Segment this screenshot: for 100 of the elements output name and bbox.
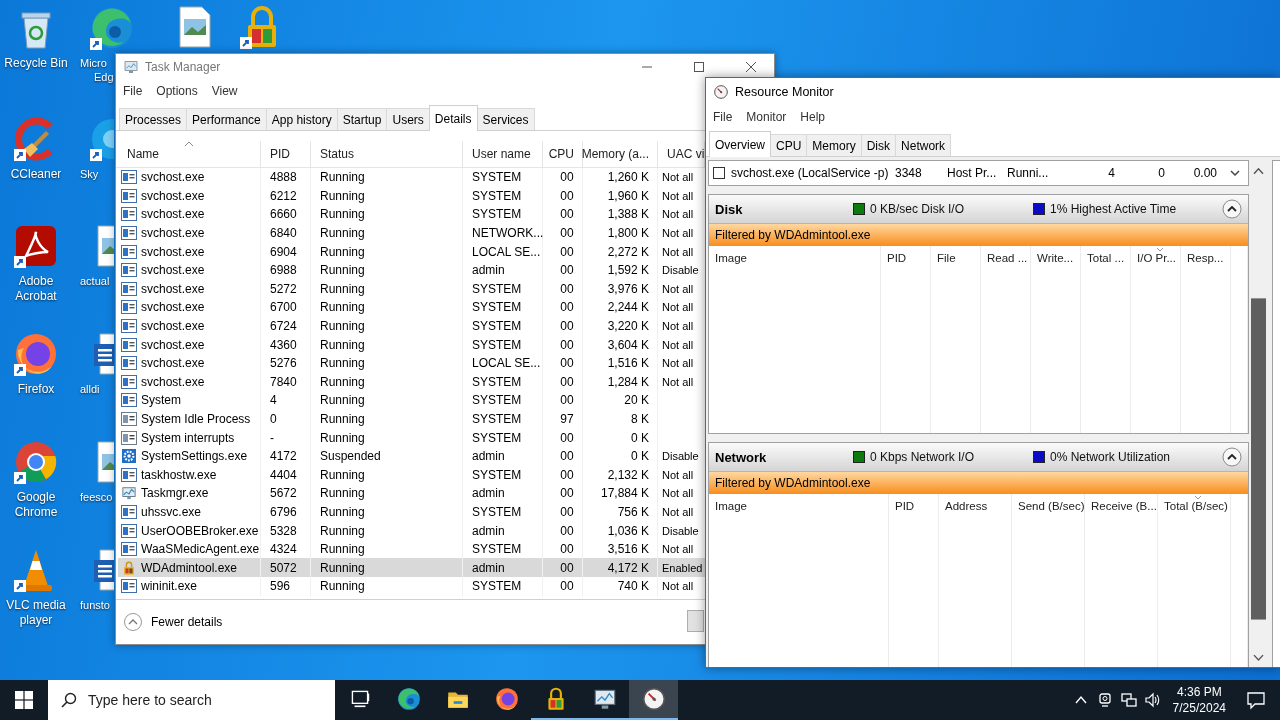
column-header[interactable]: CPU: [543, 141, 583, 167]
table-cell: 4: [261, 391, 311, 410]
table-cell: 3,604 K: [583, 335, 658, 354]
menu-item[interactable]: Monitor: [746, 110, 787, 124]
filter-banner: Filtered by WDAdmintool.exe: [709, 224, 1248, 246]
window-icon: [121, 356, 137, 371]
table-row[interactable]: svchost.exe 4888 Running SYSTEM 00 1,260 K Not all: [118, 168, 705, 187]
table-row[interactable]: System interrupts - Running SYSTEM 00 0 K: [118, 428, 705, 447]
column-header[interactable]: Resp...: [1181, 246, 1230, 270]
column-header[interactable]: I/O Pr...: [1131, 246, 1180, 270]
clock-date[interactable]: 7/25/2024: [1172, 700, 1226, 716]
tab[interactable]: Details: [428, 105, 478, 131]
table-cell: -: [261, 428, 311, 447]
section-header[interactable]: Disk 0 KB/sec Disk I/O 1% Highest Active Time: [709, 195, 1248, 224]
column-header[interactable]: Send (B/sec): [1012, 494, 1084, 518]
tab[interactable]: Disk: [860, 134, 897, 156]
window-icon: [121, 207, 137, 222]
table-row[interactable]: wininit.exe 596 Running SYSTEM 00 740 K Not all: [118, 577, 705, 596]
table-cell: Running: [311, 242, 463, 261]
table-row[interactable]: Taskmgr.exe 5672 Running admin 00 17,884 K Not all: [118, 484, 705, 503]
table-row[interactable]: svchost.exe 6904 Running LOCAL SE... 00 2,272 K Not all: [118, 242, 705, 261]
column-header[interactable]: Total ...: [1081, 246, 1130, 270]
windows-logo-icon[interactable]: [15, 691, 33, 709]
table-row[interactable]: taskhostw.exe 4404 Running SYSTEM 00 2,132 K Not all: [118, 465, 705, 485]
collapse-button[interactable]: [1222, 199, 1242, 219]
tab[interactable]: Memory: [806, 134, 862, 156]
column-header[interactable]: Total (B/sec): [1158, 494, 1230, 518]
table-row[interactable]: svchost.exe 5272 Running SYSTEM 00 3,976 K Not all: [118, 279, 705, 299]
tab[interactable]: Startup: [336, 108, 388, 130]
table-cell: SYSTEM: [463, 279, 543, 299]
tab[interactable]: Services: [476, 108, 535, 130]
table-cell: 6660: [261, 205, 311, 224]
table-row[interactable]: svchost.exe 7840 Running SYSTEM 00 1,284 K Not all: [118, 372, 705, 392]
search-field[interactable]: Type here to search: [48, 680, 335, 720]
table-row[interactable]: uhssvc.exe 6796 Running SYSTEM 00 756 K Not all: [118, 502, 705, 522]
table-row[interactable]: svchost.exe 6724 Running SYSTEM 00 3,220 K Not all: [118, 316, 705, 336]
notification-icon[interactable]: [1246, 690, 1266, 710]
column-header[interactable]: Write...: [1031, 246, 1080, 270]
table-row[interactable]: WDAdmintool.exe 5072 Running admin 00 4,172 K Enabled: [118, 558, 705, 578]
table-row[interactable]: svchost.exe 6988 Running admin 00 1,592 K Disable: [118, 260, 705, 280]
tab[interactable]: Processes: [119, 108, 188, 130]
clock-time[interactable]: 4:36 PM: [1176, 684, 1222, 700]
tab[interactable]: Network: [895, 134, 952, 156]
menu-item[interactable]: Options: [156, 84, 198, 98]
table-cell: 1,516 K: [583, 353, 658, 373]
column-header[interactable]: User name: [463, 141, 543, 167]
section-header[interactable]: Network 0 Kbps Network I/O 0% Network Utilization: [709, 443, 1248, 472]
table-row[interactable]: svchost.exe 4360 Running SYSTEM 00 3,604 K Not all: [118, 335, 705, 354]
column-header[interactable]: Receive (B...: [1085, 494, 1157, 518]
icon-label: Recycle Bin: [4, 56, 68, 71]
process-row[interactable]: svchost.exe (LocalService -p) 3348 Host Pr... Runni... 4 0 0.00: [708, 160, 1249, 186]
table-row[interactable]: svchost.exe 6660 Running SYSTEM 00 1,388 K Not all: [118, 205, 705, 224]
column-header[interactable]: PID: [881, 246, 930, 270]
table-row[interactable]: System Idle Process 0 Running SYSTEM 97 8 K: [118, 409, 705, 429]
table-row[interactable]: UserOOBEBroker.exe 5328 Running admin 00 1,036 K Disable: [118, 521, 705, 540]
table-cell: 1,284 K: [583, 372, 658, 392]
table-row[interactable]: svchost.exe 5276 Running LOCAL SE... 00 1,516 K Not all: [118, 353, 705, 373]
table-cell: 4888: [261, 168, 311, 187]
table-row[interactable]: svchost.exe 6212 Running SYSTEM 00 1,960 K Not all: [118, 186, 705, 206]
device-icon[interactable]: [1096, 692, 1113, 708]
table-row[interactable]: SystemSettings.exe 4172 Suspended admin 00 0 K Disable: [118, 446, 705, 466]
fewer-details-link[interactable]: Fewer details: [151, 615, 223, 629]
menu-item[interactable]: File: [713, 110, 733, 124]
menu-item[interactable]: File: [123, 84, 143, 98]
checkbox[interactable]: [713, 167, 725, 179]
tab[interactable]: Performance: [186, 108, 267, 130]
table-cell: svchost.exe (LocalService -p): [731, 166, 889, 180]
column-header[interactable]: Address: [939, 494, 1011, 518]
menu-item[interactable]: View: [211, 84, 238, 98]
table-cell-text: 0.00: [1192, 166, 1218, 180]
column-header[interactable]: Status: [311, 141, 463, 167]
scroll-down-icon[interactable]: [1229, 169, 1241, 177]
column-header[interactable]: Image: [709, 246, 880, 270]
column-header[interactable]: PID: [889, 494, 938, 518]
table-cell-text: Not all: [661, 505, 695, 520]
tab[interactable]: App history: [265, 108, 338, 130]
column-header[interactable]: File: [931, 246, 980, 270]
network-icon[interactable]: [1120, 692, 1137, 708]
table-cell-text: Not all: [661, 319, 695, 335]
table-row[interactable]: svchost.exe 6840 Running NETWORK... 00 1,800 K Not all: [118, 223, 705, 243]
column-header[interactable]: Name: [118, 141, 261, 167]
collapse-button[interactable]: [1222, 447, 1242, 467]
column-header[interactable]: Image: [709, 494, 888, 518]
volume-icon[interactable]: [1144, 692, 1161, 708]
table-cell: svchost.exe: [141, 244, 205, 259]
table-row[interactable]: System 4 Running SYSTEM 00 20 K: [118, 391, 705, 410]
collapse-icon[interactable]: [123, 612, 143, 632]
table-cell: 4172: [261, 446, 311, 466]
table-cell: Running: [311, 168, 463, 187]
gauge-icon: [640, 686, 667, 712]
icon-label: Firefox: [17, 382, 55, 397]
column-header[interactable]: PID: [261, 141, 311, 167]
column-header[interactable]: Memory (a...: [583, 141, 658, 167]
taskbar-button[interactable]: [629, 680, 678, 720]
tab[interactable]: Overview: [709, 131, 771, 157]
menu-item[interactable]: Help: [800, 110, 826, 124]
window-title: Resource Monitor: [735, 85, 834, 99]
table-row[interactable]: svchost.exe 6700 Running SYSTEM 00 2,244 K Not all: [118, 298, 705, 317]
tab[interactable]: Users: [386, 108, 430, 130]
column-header[interactable]: Read ...: [981, 246, 1030, 270]
